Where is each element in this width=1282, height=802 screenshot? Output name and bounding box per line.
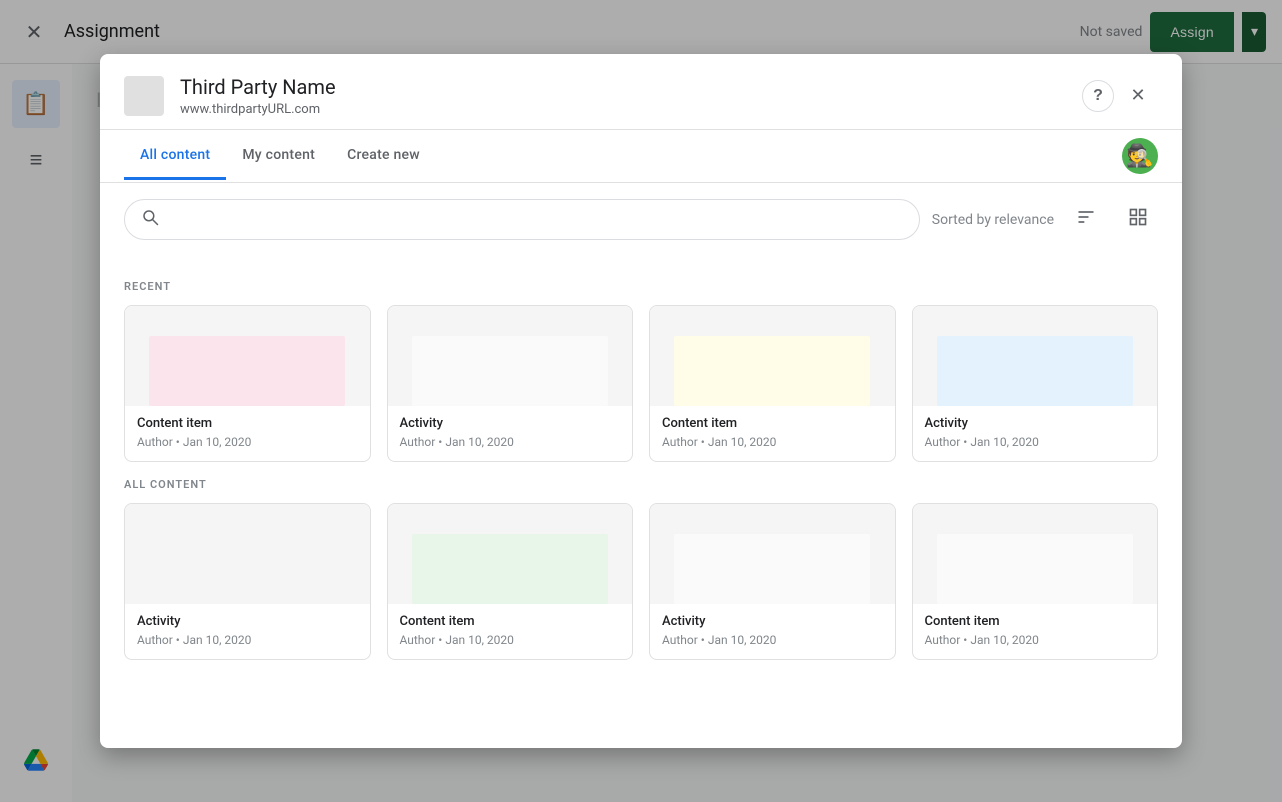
card-info-all-3: Content item Author • Jan 10, 2020 <box>913 604 1158 659</box>
card-thumbnail-3 <box>913 306 1158 406</box>
card-info-all-2: Activity Author • Jan 10, 2020 <box>650 604 895 659</box>
modal-tabs: All content My content Create new 🕵️ <box>100 130 1182 183</box>
search-input[interactable] <box>167 212 903 228</box>
card-thumbnail-1 <box>388 306 633 406</box>
card-recent-1[interactable]: Activity Author • Jan 10, 2020 <box>387 305 634 462</box>
modal-header-actions: ? ✕ <box>1082 76 1158 116</box>
content-picker-modal: Third Party Name www.thirdpartyURL.com ?… <box>100 54 1182 748</box>
card-recent-2[interactable]: Content item Author • Jan 10, 2020 <box>649 305 896 462</box>
all-content-cards-grid: Activity Author • Jan 10, 2020 Content i… <box>124 503 1158 660</box>
thumbnail-image-3 <box>937 336 1133 406</box>
card-all-3[interactable]: Content item Author • Jan 10, 2020 <box>912 503 1159 660</box>
all-content-section-label: ALL CONTENT <box>124 478 1158 491</box>
card-title-1: Activity <box>400 416 621 431</box>
thumbnail-image-all-2 <box>674 534 870 604</box>
thumbnail-image-all-1 <box>412 534 608 604</box>
thumbnail-image-1 <box>412 336 608 406</box>
card-title-2: Content item <box>662 416 883 431</box>
help-button[interactable]: ? <box>1082 80 1114 112</box>
card-thumbnail-all-1 <box>388 504 633 604</box>
modal-close-button[interactable]: ✕ <box>1118 76 1158 116</box>
modal-header: Third Party Name www.thirdpartyURL.com ?… <box>100 54 1182 130</box>
tab-my-content[interactable]: My content <box>226 133 331 180</box>
modal-title: Third Party Name <box>180 74 1082 100</box>
card-meta-3: Author • Jan 10, 2020 <box>925 435 1146 449</box>
card-thumbnail-all-3 <box>913 504 1158 604</box>
card-thumbnail-2 <box>650 306 895 406</box>
user-avatar[interactable]: 🕵️ <box>1122 138 1158 174</box>
card-title-all-1: Content item <box>400 614 621 629</box>
card-thumbnail-all-0 <box>125 504 370 604</box>
card-meta-1: Author • Jan 10, 2020 <box>400 435 621 449</box>
modal-header-info: Third Party Name www.thirdpartyURL.com <box>180 74 1082 117</box>
card-thumbnail-all-2 <box>650 504 895 604</box>
card-all-2[interactable]: Activity Author • Jan 10, 2020 <box>649 503 896 660</box>
card-meta-all-1: Author • Jan 10, 2020 <box>400 633 621 647</box>
tab-create-new[interactable]: Create new <box>331 133 436 180</box>
recent-section-label: RECENT <box>124 280 1158 293</box>
card-info-2: Content item Author • Jan 10, 2020 <box>650 406 895 461</box>
card-title-all-0: Activity <box>137 614 358 629</box>
card-info-1: Activity Author • Jan 10, 2020 <box>388 406 633 461</box>
close-icon: ✕ <box>1130 85 1145 106</box>
card-info-all-1: Content item Author • Jan 10, 2020 <box>388 604 633 659</box>
avatar-emoji: 🕵️ <box>1126 144 1153 169</box>
card-title-all-2: Activity <box>662 614 883 629</box>
third-party-logo <box>124 76 164 116</box>
card-meta-all-2: Author • Jan 10, 2020 <box>662 633 883 647</box>
card-title-3: Activity <box>925 416 1146 431</box>
thumbnail-image-all-0 <box>149 534 345 604</box>
modal-body: RECENT Content item Author • Jan 10, 202… <box>100 256 1182 748</box>
tab-all-content[interactable]: All content <box>124 133 226 180</box>
card-all-1[interactable]: Content item Author • Jan 10, 2020 <box>387 503 634 660</box>
sort-icon <box>1076 207 1096 233</box>
grid-icon <box>1128 207 1148 233</box>
card-title-all-3: Content item <box>925 614 1146 629</box>
sort-button[interactable] <box>1066 200 1106 240</box>
sort-label: Sorted by relevance <box>932 212 1054 228</box>
thumbnail-image-0 <box>149 336 345 406</box>
modal-subtitle: www.thirdpartyURL.com <box>180 102 1082 117</box>
card-all-0[interactable]: Activity Author • Jan 10, 2020 <box>124 503 371 660</box>
card-info-0: Content item Author • Jan 10, 2020 <box>125 406 370 461</box>
card-title-0: Content item <box>137 416 358 431</box>
card-recent-0[interactable]: Content item Author • Jan 10, 2020 <box>124 305 371 462</box>
grid-view-button[interactable] <box>1118 200 1158 240</box>
thumbnail-image-all-3 <box>937 534 1133 604</box>
card-info-3: Activity Author • Jan 10, 2020 <box>913 406 1158 461</box>
card-meta-all-3: Author • Jan 10, 2020 <box>925 633 1146 647</box>
thumbnail-image-2 <box>674 336 870 406</box>
search-box[interactable] <box>124 199 920 240</box>
search-sort-bar: Sorted by relevance <box>100 183 1182 256</box>
card-thumbnail-0 <box>125 306 370 406</box>
help-icon: ? <box>1093 87 1103 105</box>
card-meta-all-0: Author • Jan 10, 2020 <box>137 633 358 647</box>
recent-cards-grid: Content item Author • Jan 10, 2020 Activ… <box>124 305 1158 462</box>
card-meta-2: Author • Jan 10, 2020 <box>662 435 883 449</box>
card-recent-3[interactable]: Activity Author • Jan 10, 2020 <box>912 305 1159 462</box>
card-meta-0: Author • Jan 10, 2020 <box>137 435 358 449</box>
card-info-all-0: Activity Author • Jan 10, 2020 <box>125 604 370 659</box>
search-icon <box>141 208 159 231</box>
